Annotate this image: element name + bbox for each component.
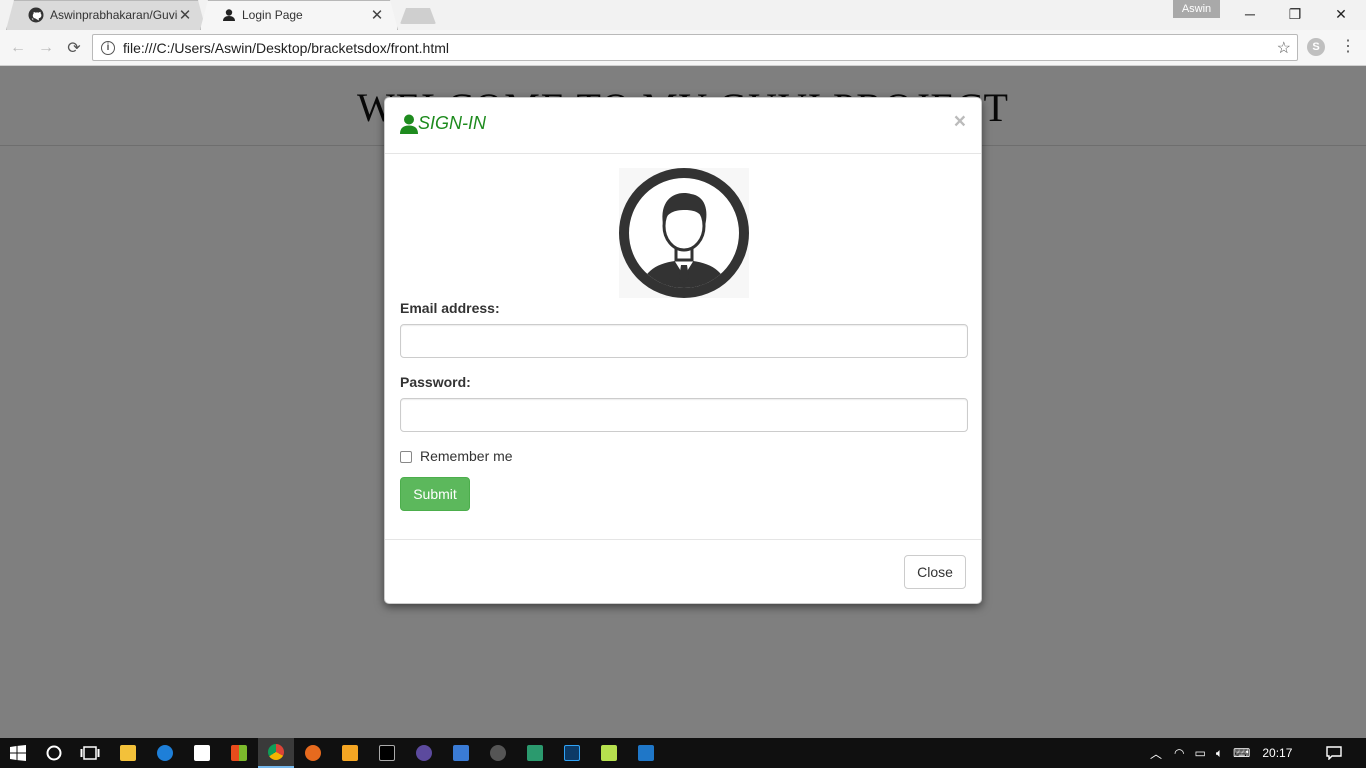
skype-extension-icon[interactable]: S	[1307, 38, 1325, 56]
brackets-icon[interactable]	[628, 738, 664, 768]
back-icon[interactable]: ←	[6, 36, 30, 60]
tab-label: Login Page	[242, 8, 303, 22]
wifi-icon[interactable]: ◠	[1174, 746, 1184, 760]
battery-icon[interactable]: ▭	[1195, 746, 1206, 760]
browser-toolbar: ← → ⟳ i file:///C:/Users/Aswin/Desktop/b…	[0, 30, 1366, 66]
action-center-icon[interactable]	[1326, 738, 1342, 768]
volume-icon[interactable]: 🔈︎	[1216, 746, 1223, 761]
modal-title: SIGN-IN	[400, 113, 486, 134]
forward-icon[interactable]: →	[34, 36, 58, 60]
tab-close-icon[interactable]: ✕	[370, 6, 384, 24]
minimize-icon[interactable]: ─	[1227, 0, 1273, 28]
github-icon	[28, 7, 44, 23]
media-player-icon[interactable]	[332, 738, 368, 768]
chrome-icon[interactable]	[258, 738, 294, 768]
modal-title-text: SIGN-IN	[418, 113, 487, 133]
new-tab-button[interactable]	[400, 8, 436, 24]
info-icon[interactable]: i	[101, 40, 115, 55]
gitkraken-icon[interactable]	[517, 738, 553, 768]
avatar-icon	[619, 168, 749, 298]
user-icon	[400, 114, 418, 134]
email-label: Email address:	[400, 300, 500, 316]
keyboard-app-icon[interactable]	[443, 738, 479, 768]
tab-login-page[interactable]: Login Page ✕	[200, 0, 398, 30]
photoshop-icon[interactable]	[554, 738, 590, 768]
system-tray: ︿ ◠ ▭ 🔈︎ ⌨ 20:17	[1150, 738, 1292, 768]
task-view-icon[interactable]	[72, 738, 108, 768]
address-bar[interactable]: i file:///C:/Users/Aswin/Desktop/bracket…	[92, 34, 1298, 61]
office-icon[interactable]	[221, 738, 257, 768]
remember-me-label[interactable]: Remember me	[420, 448, 513, 464]
chrome-menu-icon[interactable]: ⋮	[1340, 36, 1356, 56]
tab-label: Aswinprabhakaran/Guvi-	[50, 8, 178, 22]
file-explorer-icon[interactable]	[110, 738, 146, 768]
show-hidden-icons-icon[interactable]: ︿	[1150, 745, 1162, 762]
tab-close-icon[interactable]: ✕	[178, 6, 192, 24]
password-field[interactable]	[400, 398, 968, 432]
url-text[interactable]: file:///C:/Users/Aswin/Desktop/bracketsd…	[123, 40, 1277, 56]
remember-me-checkbox[interactable]	[400, 451, 412, 463]
eclipse-icon[interactable]	[406, 738, 442, 768]
edge-icon[interactable]	[147, 738, 183, 768]
store-icon[interactable]	[184, 738, 220, 768]
cortana-icon[interactable]	[36, 738, 72, 768]
firefox-icon[interactable]	[295, 738, 331, 768]
keyboard-icon[interactable]: ⌨	[1233, 746, 1250, 760]
tab-github[interactable]: Aswinprabhakaran/Guvi- ✕	[6, 0, 206, 30]
sublime-icon[interactable]	[480, 738, 516, 768]
windows-taskbar: ︿ ◠ ▭ 🔈︎ ⌨ 20:17	[0, 738, 1366, 768]
clock-time[interactable]: 20:17	[1262, 746, 1292, 760]
signin-modal: SIGN-IN × Email address: Password: Remem…	[384, 97, 982, 604]
modal-close-icon[interactable]: ×	[954, 110, 966, 134]
password-label: Password:	[400, 374, 471, 390]
email-field[interactable]	[400, 324, 968, 358]
user-favicon-icon	[223, 9, 235, 21]
submit-button[interactable]: Submit	[400, 477, 470, 511]
modal-body: Email address: Password: Remember me Sub…	[385, 154, 981, 540]
profile-button[interactable]: Aswin	[1173, 0, 1220, 18]
bookmark-star-icon[interactable]: ☆	[1277, 38, 1291, 58]
window-close-icon[interactable]: ✕	[1318, 0, 1364, 28]
reload-icon[interactable]: ⟳	[62, 36, 86, 60]
close-button[interactable]: Close	[904, 555, 966, 589]
restore-icon[interactable]: ❐	[1272, 0, 1318, 28]
page-content: WELCOME TO MY GUVI PROJECT SIGN-IN ×	[0, 66, 1366, 738]
cmd-icon[interactable]	[369, 738, 405, 768]
notepad-icon[interactable]	[591, 738, 627, 768]
modal-header: SIGN-IN ×	[385, 98, 981, 154]
windows-start-icon[interactable]	[0, 738, 36, 768]
modal-footer: Close	[385, 540, 981, 604]
browser-titlebar: Aswinprabhakaran/Guvi- ✕ Login Page ✕ As…	[0, 0, 1366, 30]
